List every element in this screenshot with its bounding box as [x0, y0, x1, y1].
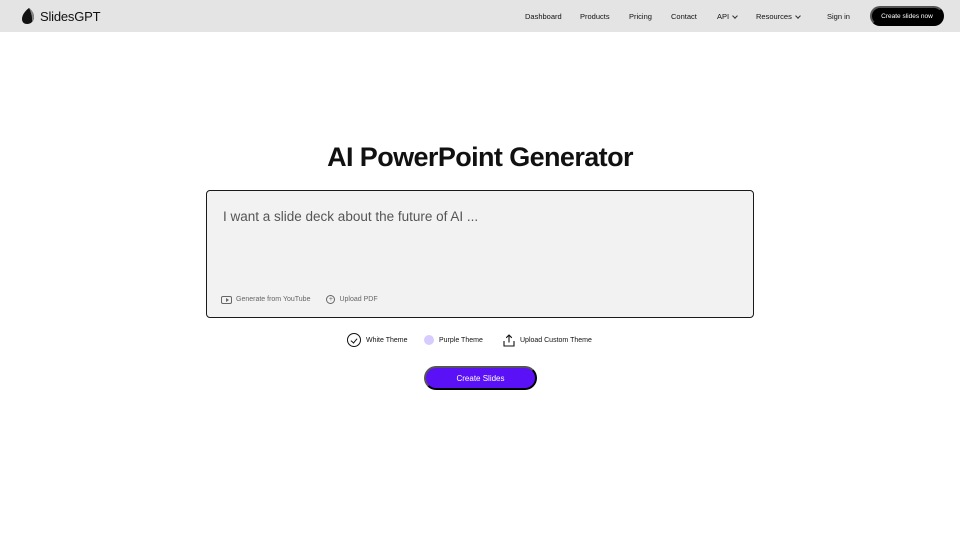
nav-item-contact[interactable]: Contact: [671, 12, 697, 21]
create-slides-button[interactable]: Create Slides: [424, 366, 537, 390]
theme-option-upload-custom-label: Upload Custom Theme: [520, 337, 592, 344]
theme-option-purple[interactable]: Purple Theme: [424, 335, 483, 345]
create-slides-now-button[interactable]: Create slides now: [870, 6, 944, 26]
upload-icon: [503, 334, 515, 347]
upload-pdf-label: Upload PDF: [339, 296, 378, 303]
sign-in-link[interactable]: Sign in: [827, 12, 850, 21]
prompt-actions: Generate from YouTube + Upload PDF: [221, 295, 378, 304]
purple-swatch-icon: [424, 335, 434, 345]
prompt-box: Generate from YouTube + Upload PDF: [206, 190, 754, 318]
nav-item-pricing[interactable]: Pricing: [629, 12, 652, 21]
generate-from-youtube-button[interactable]: Generate from YouTube: [221, 295, 311, 304]
upload-pdf-button[interactable]: + Upload PDF: [326, 295, 378, 304]
nav-item-api-label: API: [717, 12, 730, 21]
prompt-input[interactable]: [223, 209, 733, 269]
top-navigation-bar: SlidesGPT Dashboard Products Pricing Con…: [0, 0, 960, 32]
nav-item-products[interactable]: Products: [580, 12, 610, 21]
plus-circle-icon: +: [326, 295, 336, 304]
video-play-icon: [221, 295, 232, 304]
generate-from-youtube-label: Generate from YouTube: [236, 296, 311, 303]
brand-name: SlidesGPT: [40, 8, 101, 24]
nav-item-resources-label: Resources: [756, 12, 792, 21]
brand-logo[interactable]: SlidesGPT: [20, 7, 101, 25]
chevron-down-icon: [795, 12, 801, 19]
slidesgpt-logo-icon: [22, 8, 34, 24]
nav-item-api[interactable]: API: [717, 12, 738, 21]
nav-item-resources[interactable]: Resources: [756, 12, 801, 21]
theme-option-purple-label: Purple Theme: [439, 336, 483, 344]
chevron-down-icon: [732, 12, 738, 19]
nav-item-dashboard[interactable]: Dashboard: [525, 12, 562, 21]
theme-option-upload-custom[interactable]: Upload Custom Theme: [503, 334, 592, 347]
theme-option-white[interactable]: White Theme: [347, 333, 408, 347]
page-title: AI PowerPoint Generator: [327, 142, 633, 172]
theme-option-white-label: White Theme: [366, 336, 408, 344]
check-circle-icon: [347, 333, 361, 347]
